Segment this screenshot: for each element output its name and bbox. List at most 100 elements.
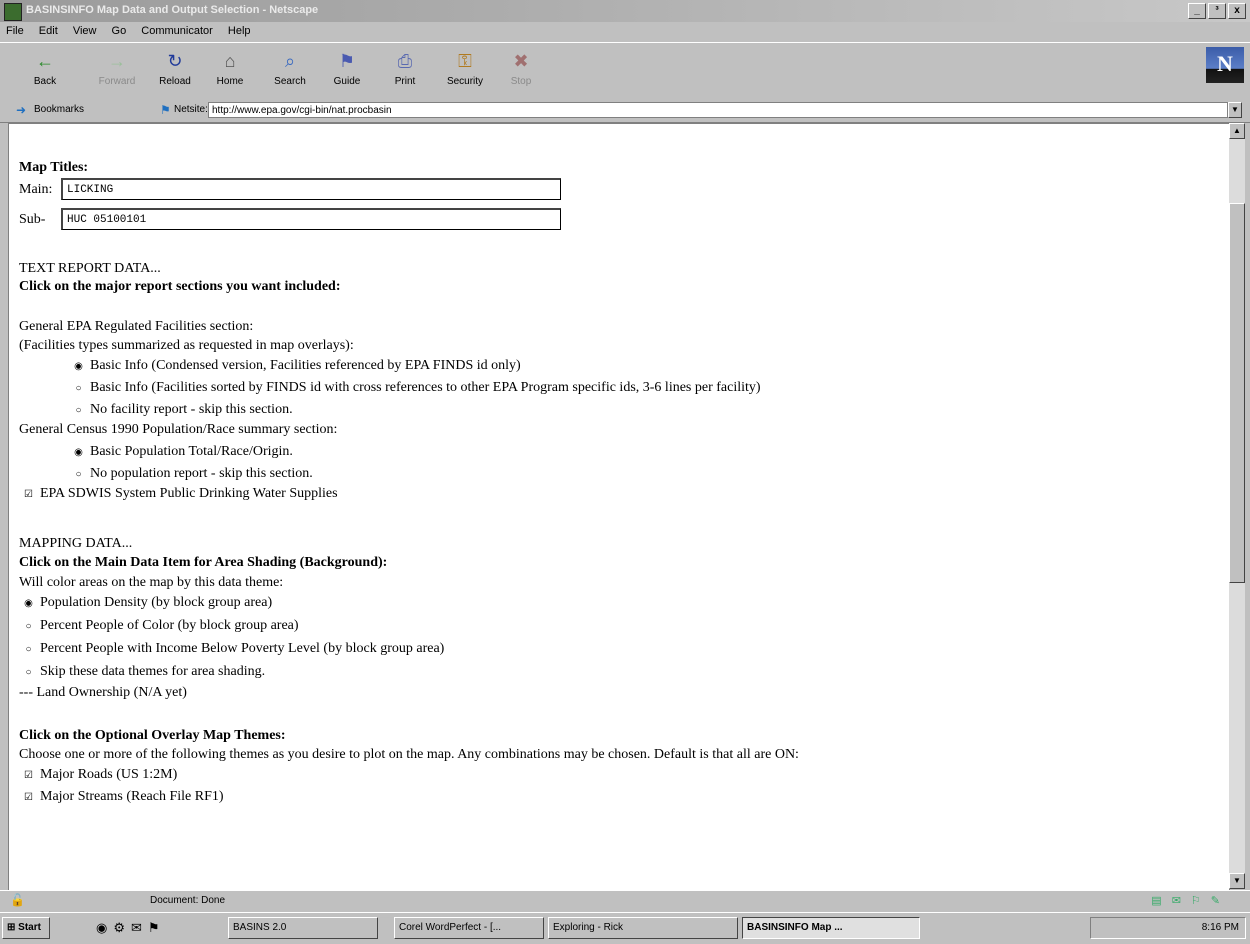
window-controls: _ ³ x [1188,3,1246,19]
scroll-thumb[interactable] [1229,203,1245,583]
taskbar-item[interactable]: Exploring - Rick [548,917,738,939]
stop-button[interactable]: ✖ Stop [496,49,546,87]
facilities-section-label: General EPA Regulated Facilities section… [19,319,254,334]
overlay-option[interactable]: ☑ Major Roads (US 1:2M) [23,767,177,783]
url-dropdown-button[interactable]: ▼ [1228,102,1242,118]
reload-button[interactable]: ↻ Reload [150,49,200,87]
facility-option-label: Basic Info (Facilities sorted by FINDS i… [90,380,761,395]
text-report-instruction: Click on the major report sections you w… [19,279,341,294]
netsite-icon[interactable]: ⚑ [160,103,171,117]
home-button[interactable]: ⌂ Home [205,49,255,87]
sdwis-option[interactable]: ☑ EPA SDWIS System Public Drinking Water … [23,486,338,502]
shading-option[interactable]: ○ Percent People of Color (by block group… [23,618,298,634]
stop-icon: ✖ [513,51,529,71]
shading-option-label: Population Density (by block group area) [40,595,273,610]
checkbox-checked-icon[interactable]: ☑ [23,770,34,781]
bookmark-icon[interactable]: ➜ [16,103,26,117]
menu-communicator[interactable]: Communicator [135,22,219,37]
menu-file[interactable]: File [0,22,30,37]
radio-unselected-icon[interactable]: ○ [73,469,84,480]
minimize-button[interactable]: _ [1188,3,1206,19]
back-label: Back [33,76,57,87]
taskbar-item[interactable]: Corel WordPerfect - [... [394,917,544,939]
checkbox-checked-icon[interactable]: ☑ [23,489,34,500]
url-field[interactable]: http://www.epa.gov/cgi-bin/nat.procbasin [208,102,1228,118]
shading-option[interactable]: ○ Percent People with Income Below Povert… [23,641,444,657]
vertical-scrollbar[interactable]: ▲ ▼ [1229,123,1245,889]
radio-unselected-icon[interactable]: ○ [73,405,84,416]
reload-label: Reload [159,76,191,87]
status-text: Document: Done [150,895,226,906]
facility-option-label: Basic Info (Condensed version, Facilitie… [90,358,521,373]
print-icon: ⎙ [397,51,413,71]
radio-selected-icon[interactable]: ◉ [73,361,84,372]
census-option[interactable]: ◉ Basic Population Total/Race/Origin. [73,444,293,460]
shading-option[interactable]: ○ Skip these data themes for area shading… [23,664,265,680]
radio-selected-icon[interactable]: ◉ [73,447,84,458]
radio-unselected-icon[interactable]: ○ [23,644,34,655]
forward-arrow-icon: → [108,51,126,71]
netscape-app-icon[interactable] [4,3,22,21]
forward-button[interactable]: → Forward [92,49,142,87]
quick-launch-icons[interactable]: ◉⚙✉⚑ [96,920,166,936]
status-bar: 🔓 Document: Done ▤✉⚐✎ [0,890,1250,911]
facility-option[interactable]: ○ Basic Info (Facilities sorted by FINDS … [73,380,761,396]
page-content: Map Titles: Main: LICKING Sub- HUC 05100… [8,123,1230,891]
menu-view[interactable]: View [67,22,103,37]
windows-taskbar: ⊞ Start ◉⚙✉⚑ BASINS 2.0 Corel WordPerfec… [0,912,1250,944]
sdwis-label: EPA SDWIS System Public Drinking Water S… [40,486,338,501]
guide-button[interactable]: ⚑ Guide [322,49,372,87]
menu-help[interactable]: Help [222,22,257,37]
close-button[interactable]: x [1228,3,1246,19]
radio-unselected-icon[interactable]: ○ [23,621,34,632]
mapping-note: Will color areas on the map by this data… [19,575,284,590]
maximize-button[interactable]: ³ [1208,3,1226,19]
overlay-option[interactable]: ☑ Major Streams (Reach File RF1) [23,789,224,805]
shading-option-label: Percent People with Income Below Poverty… [40,641,445,656]
radio-unselected-icon[interactable]: ○ [23,667,34,678]
start-label: Start [18,922,41,933]
clock[interactable]: 8:16 PM [1202,922,1239,933]
shading-option-label: Skip these data themes for area shading. [40,664,266,679]
bookmarks-button[interactable]: Bookmarks [34,104,84,115]
print-label: Print [394,76,416,87]
netscape-logo[interactable]: N [1206,47,1244,83]
security-button[interactable]: ⚿ Security [440,49,490,87]
home-icon: ⌂ [224,51,236,71]
overlay-note: Choose one or more of the following them… [19,747,799,762]
checkbox-checked-icon[interactable]: ☑ [23,792,34,803]
component-bar-icons[interactable]: ▤✉⚐✎ [1151,894,1230,907]
facility-option[interactable]: ○ No facility report - skip this section. [73,402,292,418]
text-report-heading: TEXT REPORT DATA... [19,261,161,276]
census-option[interactable]: ○ No population report - skip this sectio… [73,466,312,482]
sub-title-input[interactable]: HUC 05100101 [61,208,561,230]
home-label: Home [216,76,244,87]
shading-option[interactable]: ◉ Population Density (by block group area… [23,595,272,611]
taskbar-item[interactable]: BASINSINFO Map ... [742,917,920,939]
facility-option[interactable]: ◉ Basic Info (Condensed version, Faciliti… [73,358,521,374]
print-button[interactable]: ⎙ Print [380,49,430,87]
mapping-data-heading: MAPPING DATA... [19,536,133,551]
radio-unselected-icon[interactable]: ○ [73,383,84,394]
sub-title-label: Sub- [19,212,46,227]
census-option-label: Basic Population Total/Race/Origin. [90,444,293,459]
search-label: Search [274,76,306,87]
window-title: BASINSINFO Map Data and Output Selection… [26,4,319,16]
back-arrow-icon: ← [36,51,54,71]
menu-edit[interactable]: Edit [33,22,64,37]
taskbar-item[interactable]: BASINS 2.0 [228,917,378,939]
start-button[interactable]: ⊞ Start [2,917,50,939]
search-button[interactable]: ⌕ Search [265,49,315,87]
scroll-down-button[interactable]: ▼ [1229,873,1245,889]
main-title-input[interactable]: LICKING [61,178,561,200]
forward-label: Forward [98,76,136,87]
back-button[interactable]: ← Back [20,49,70,87]
radio-selected-icon[interactable]: ◉ [23,598,34,609]
overlay-option-label: Major Roads (US 1:2M) [40,767,178,782]
security-status-icon[interactable]: 🔓 [10,893,25,907]
menu-go[interactable]: Go [106,22,133,37]
window-title-bar[interactable]: BASINSINFO Map Data and Output Selection… [0,0,1250,22]
system-tray: 8:16 PM [1090,917,1246,939]
scroll-up-button[interactable]: ▲ [1229,123,1245,139]
location-bar: ➜ Bookmarks ⚑ Netsite: http://www.epa.go… [0,100,1250,123]
